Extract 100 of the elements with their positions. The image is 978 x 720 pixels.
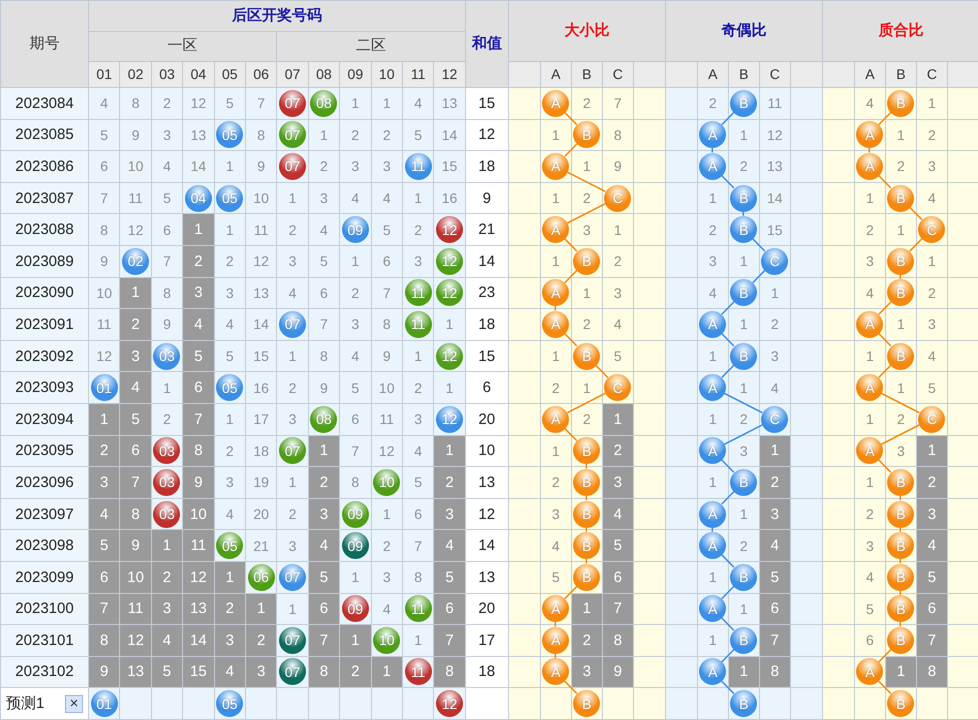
streak-cell: 1: [308, 435, 340, 467]
streak-cell: 9: [602, 656, 634, 688]
table-cell: 7: [602, 88, 634, 120]
table-cell: 3: [540, 498, 572, 530]
column-header: B: [728, 62, 760, 88]
column-header: B: [885, 62, 916, 88]
table-cell: 3: [276, 530, 308, 562]
table-cell: 1: [214, 214, 246, 246]
streak-cell: 2: [602, 435, 634, 467]
column-header: 一区: [88, 32, 277, 62]
column-header: A: [540, 62, 572, 88]
streak-cell: 4: [308, 530, 340, 562]
table-cell: 5: [340, 372, 372, 404]
streak-cell: 1: [571, 593, 602, 625]
column-header: C: [916, 62, 948, 88]
table-cell: [151, 688, 183, 720]
table-cell: 2: [697, 88, 728, 120]
period-cell: 2023086: [0, 150, 88, 182]
column-header: 07: [276, 62, 308, 88]
streak-cell: 4: [602, 498, 634, 530]
table-cell: 1: [540, 245, 572, 278]
streak-cell: 12: [182, 561, 214, 593]
sum-cell: 6: [465, 372, 508, 404]
close-button[interactable]: ×: [65, 694, 83, 713]
table-cell: 3: [371, 561, 402, 593]
table-cell: 2: [854, 214, 886, 246]
table-cell: 1: [214, 150, 246, 182]
period-cell: 2023092: [0, 340, 88, 372]
column-header: 二区: [276, 32, 466, 62]
streak-cell: 1: [340, 624, 372, 656]
table-cell: 4: [214, 308, 246, 340]
table-cell: 3: [697, 245, 728, 278]
streak-cell: 6: [182, 372, 214, 404]
table-cell: 3: [571, 214, 602, 246]
streak-cell: 4: [182, 308, 214, 340]
table-cell: 11: [371, 403, 402, 436]
table-cell: 1: [151, 372, 183, 404]
table-cell: 1: [728, 593, 760, 625]
table-cell: 2: [571, 88, 602, 120]
table-cell: 1: [402, 182, 434, 214]
table-cell: 9: [120, 119, 152, 151]
period-cell: 2023097: [0, 498, 88, 530]
table-cell: 12: [182, 88, 214, 120]
sum-cell: 18: [465, 308, 508, 340]
table-cell: 5: [308, 245, 340, 278]
table-cell: 1: [340, 88, 372, 120]
table-cell: 5: [88, 119, 120, 151]
column-header: 09: [340, 62, 372, 88]
sum-cell: 20: [465, 593, 508, 625]
period-cell: 2023100: [0, 593, 88, 625]
table-cell: 11: [759, 88, 790, 120]
period-cell: 2023102: [0, 656, 88, 688]
table-cell: 1: [571, 372, 602, 404]
table-cell: 4: [540, 530, 572, 562]
table-cell: 3: [340, 150, 372, 182]
table-cell: 1: [854, 182, 886, 214]
table-cell: 1: [728, 119, 760, 151]
table-cell: 1: [540, 119, 572, 151]
table-cell: 3: [728, 435, 760, 467]
table-cell: 1: [854, 340, 886, 372]
table-cell: 2: [402, 214, 434, 246]
period-cell: 2023088: [0, 214, 88, 246]
table-cell: 1: [854, 466, 886, 498]
table-cell: 1: [276, 182, 308, 214]
sum-cell: 15: [465, 340, 508, 372]
streak-cell: 2: [88, 435, 120, 467]
table-cell: 3: [340, 308, 372, 340]
streak-cell: 6: [602, 561, 634, 593]
table-cell: 4: [308, 214, 340, 246]
sum-cell: 12: [465, 498, 508, 530]
table-cell: 3: [854, 245, 886, 278]
column-header: 和值: [465, 0, 508, 88]
sum-cell: 13: [465, 466, 508, 498]
streak-cell: 2: [434, 466, 466, 498]
streak-cell: 3: [434, 498, 466, 530]
table-cell: 3: [276, 403, 308, 436]
table-cell: 1: [916, 245, 948, 278]
streak-cell: 4: [434, 530, 466, 562]
streak-cell: 8: [182, 435, 214, 467]
table-cell: 4: [916, 182, 948, 214]
table-cell: 2: [276, 372, 308, 404]
streak-cell: 5: [602, 530, 634, 562]
table-cell: 1: [697, 340, 728, 372]
streak-cell: 5: [151, 656, 183, 688]
table-cell: 2: [571, 308, 602, 340]
table-cell: 6: [88, 150, 120, 182]
table-cell: [340, 688, 372, 720]
table-cell: 8: [402, 561, 434, 593]
table-cell: 1: [885, 308, 916, 340]
table-cell: 1: [728, 498, 760, 530]
table-cell: 5: [214, 88, 246, 120]
table-cell: 7: [151, 245, 183, 278]
period-cell: 2023090: [0, 277, 88, 309]
streak-cell: 10: [182, 498, 214, 530]
table-cell: 12: [120, 214, 152, 246]
table-cell: 3: [214, 277, 246, 309]
sum-cell: 9: [465, 182, 508, 214]
streak-cell: 3: [602, 466, 634, 498]
streak-cell: 8: [916, 656, 948, 688]
table-cell: 4: [340, 182, 372, 214]
